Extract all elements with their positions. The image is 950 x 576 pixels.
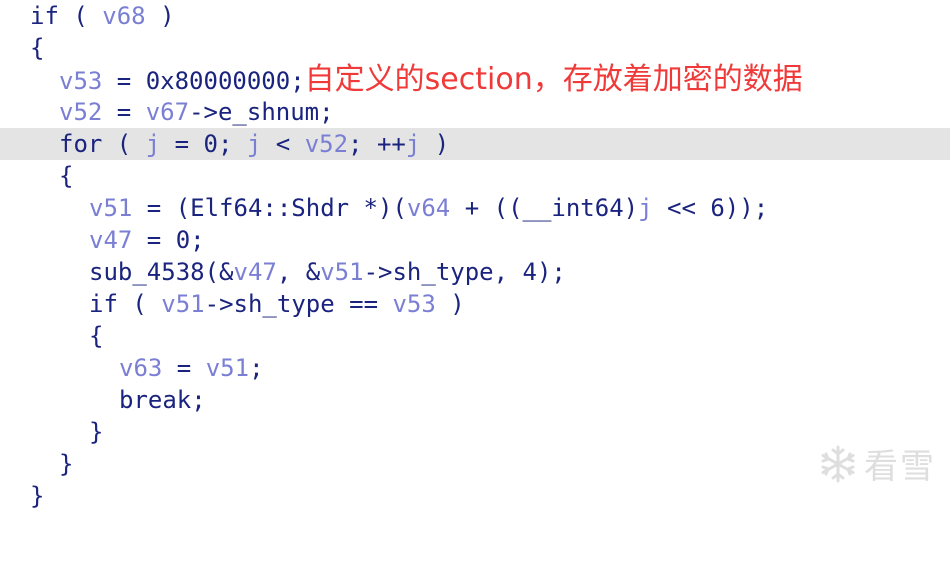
code-text: = [102, 98, 146, 126]
code-text: ->e_shnum; [189, 98, 334, 126]
variable-v53[interactable]: v53 [392, 290, 435, 318]
code-line-8[interactable]: v47 = 0; [0, 224, 950, 256]
close-brace: } [89, 418, 104, 446]
variable-v52[interactable]: v52 [305, 130, 348, 158]
code-text: + ((__int64) [450, 194, 639, 222]
code-line-16[interactable]: } [0, 480, 950, 512]
variable-j[interactable]: j [247, 130, 261, 158]
code-text: << 6)); [652, 194, 769, 222]
variable-v52[interactable]: v52 [59, 98, 102, 126]
code-text: < [261, 130, 305, 158]
code-text: = (Elf64::Shdr *)( [132, 194, 407, 222]
code-line-7[interactable]: v51 = (Elf64::Shdr *)(v64 + ((__int64)j … [0, 192, 950, 224]
variable-v67[interactable]: v67 [146, 98, 189, 126]
code-line-11[interactable]: { [0, 320, 950, 352]
code-text: ) [420, 130, 450, 158]
variable-v53[interactable]: v53 [59, 67, 102, 95]
open-brace: { [59, 162, 74, 190]
code-line-9[interactable]: sub_4538(&v47, &v51->sh_type, 4); [0, 256, 950, 288]
variable-v47[interactable]: v47 [89, 226, 132, 254]
kanxue-watermark: 看雪 [818, 439, 936, 488]
code-text: ( [102, 130, 146, 158]
variable-j[interactable]: j [638, 194, 652, 222]
code-line-2[interactable]: { [0, 32, 950, 64]
variable-v64[interactable]: v64 [407, 194, 450, 222]
variable-v51[interactable]: v51 [161, 290, 204, 318]
watermark-text: 看雪 [864, 447, 936, 487]
code-text: ; [249, 354, 264, 382]
keyword-if: if [89, 290, 118, 318]
snowflake-icon [818, 444, 858, 484]
code-line-12[interactable]: v63 = v51; [0, 352, 950, 384]
code-text: = 0x80000000; [102, 67, 305, 95]
close-brace: } [59, 450, 74, 478]
code-text: ) [145, 2, 175, 30]
variable-j[interactable]: j [146, 130, 160, 158]
open-brace: { [89, 322, 104, 350]
open-brace: { [30, 34, 45, 62]
variable-v51[interactable]: v51 [320, 258, 363, 286]
code-text: ) [435, 290, 465, 318]
variable-v51[interactable]: v51 [89, 194, 132, 222]
pseudocode-editor[interactable]: if ( v68 ) { v53 = 0x80000000;自定义的sectio… [0, 0, 950, 510]
code-text: ( [58, 2, 103, 30]
code-text: ; ++ [348, 130, 406, 158]
function-call-sub-4538[interactable]: sub_4538(& [89, 258, 234, 286]
code-line-3[interactable]: v53 = 0x80000000;自定义的section，存放着加密的数据 [0, 64, 950, 96]
code-text: = [162, 354, 206, 382]
code-line-5-current[interactable]: for ( j = 0; j < v52; ++j ) [0, 128, 950, 160]
code-text: , & [276, 258, 321, 286]
close-brace: } [30, 482, 45, 510]
code-text: = 0; [160, 130, 247, 158]
code-line-13[interactable]: break; [0, 384, 950, 416]
code-line-14[interactable]: } [0, 416, 950, 448]
code-text: ( [117, 290, 162, 318]
keyword-if: if [30, 2, 59, 30]
code-line-6[interactable]: { [0, 160, 950, 192]
keyword-for: for [59, 130, 103, 158]
variable-v63[interactable]: v63 [119, 354, 162, 382]
variable-v68[interactable]: v68 [102, 2, 145, 30]
keyword-break: break [119, 386, 192, 414]
code-line-4[interactable]: v52 = v67->e_shnum; [0, 96, 950, 128]
code-text: ->sh_type == [204, 290, 393, 318]
annotation-comment: 自定义的section，存放着加密的数据 [304, 62, 803, 97]
code-line-10[interactable]: if ( v51->sh_type == v53 ) [0, 288, 950, 320]
variable-v51[interactable]: v51 [206, 354, 249, 382]
code-line-15[interactable]: } [0, 448, 950, 480]
variable-j[interactable]: j [406, 130, 420, 158]
code-text: ->sh_type, 4); [363, 258, 566, 286]
code-line-1[interactable]: if ( v68 ) [0, 0, 950, 32]
variable-v47[interactable]: v47 [234, 258, 277, 286]
code-text: = 0; [132, 226, 205, 254]
code-text: ; [191, 386, 206, 414]
